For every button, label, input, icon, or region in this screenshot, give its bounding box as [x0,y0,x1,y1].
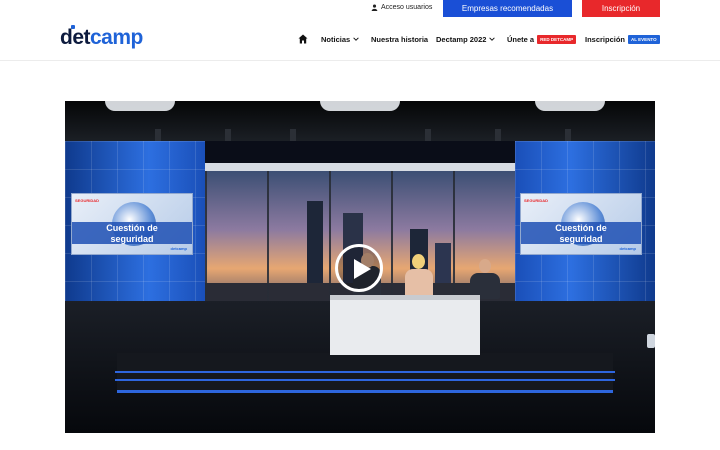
nav-dectamp-label: Dectamp 2022 [436,34,487,44]
spotlight [565,129,571,141]
stage-light-strip [115,379,615,381]
anchor-desk [330,295,480,355]
al-evento-badge: AL EVENTO [628,34,660,44]
chevron-down-icon [353,37,359,41]
spotlight [225,129,231,141]
nav-nuestra-historia-label: Nuestra historia [371,34,429,44]
nav-inscripcion-label: Inscripción [585,34,626,44]
home-icon [298,34,308,44]
nav-nuestra-historia[interactable]: Nuestra historia [371,31,428,47]
nav-unete[interactable]: Únete a RED DETCAMP [507,31,577,47]
screen-title-line1: Cuestión de [555,223,607,233]
access-users-label: Acceso usuarios [381,4,433,11]
spotlight [155,129,161,141]
studio-screen-right: SEGURIDAD Cuestión de seguridad detcamp [520,193,642,255]
nav-noticias-label: Noticias [321,34,351,44]
presenter [405,269,433,297]
screen-banner: Cuestión de seguridad [72,222,192,244]
studio-screen-left: SEGURIDAD Cuestión de seguridad detcamp [71,193,193,255]
spotlight [290,129,296,141]
main-nav: Noticias Nuestra historia Dectamp 2022 Ú… [0,31,720,47]
top-bar: Acceso usuarios Empresas recomendadas In… [0,0,720,18]
studio-ceiling [65,101,655,141]
screen-tag: detcamp [170,246,187,251]
presenter-head [479,259,491,273]
nav-home[interactable] [298,31,308,47]
screen-brand: SEGURIDAD [75,198,100,203]
ceiling-light [535,101,605,111]
nav-dectamp-2022[interactable]: Dectamp 2022 [436,31,496,47]
header-divider [0,60,720,61]
nav-noticias[interactable]: Noticias [321,31,359,47]
presenter-head [412,254,425,269]
nav-unete-label: Únete a [507,34,535,44]
inscripcion-top-button[interactable]: Inscripción [582,0,660,17]
studio-stage [117,353,613,393]
chevron-down-icon [489,37,496,41]
red-detcamp-badge: RED DETCAMP [537,34,577,44]
play-icon [354,259,371,279]
play-button[interactable] [335,244,383,292]
spotlight [495,129,501,141]
screen-title-line1: Cuestión de [106,223,158,233]
spotlight [425,129,431,141]
screen-title-line2: seguridad [110,234,154,244]
ceiling-light [105,101,175,111]
stage-light-strip [115,371,615,373]
screen-tag: detcamp [619,246,636,251]
empresas-recomendadas-button[interactable]: Empresas recomendadas [443,0,572,17]
screen-brand: SEGURIDAD [524,198,549,203]
ceiling-light [320,101,400,111]
nav-inscripcion[interactable]: Inscripción AL EVENTO [585,31,660,47]
access-users-link[interactable]: Acceso usuarios [371,4,432,11]
side-widget-tab[interactable] [647,334,655,348]
user-icon [371,4,378,11]
screen-title-line2: seguridad [559,234,603,244]
screen-banner: Cuestión de seguridad [521,222,641,244]
video-player[interactable]: SEGURIDAD Cuestión de seguridad detcamp … [65,101,655,433]
